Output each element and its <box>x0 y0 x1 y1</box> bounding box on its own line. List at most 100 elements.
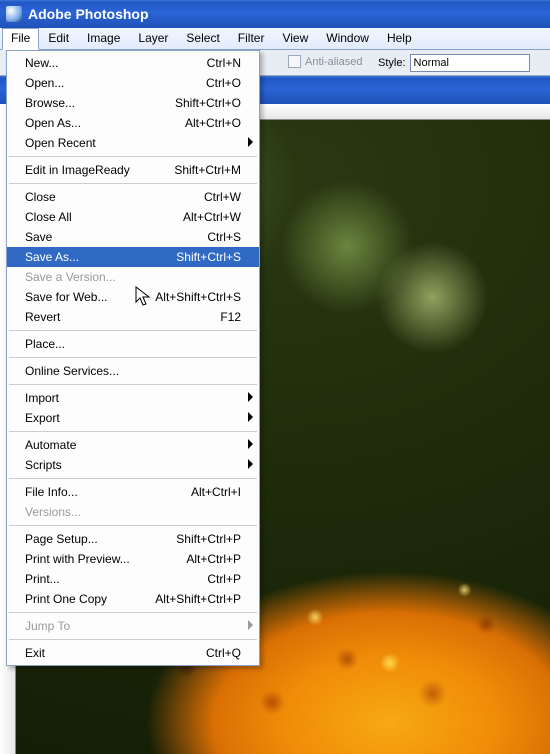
style-label: Style: <box>378 57 406 69</box>
menu-separator <box>9 183 257 184</box>
menu-item-label: Exit <box>25 646 206 660</box>
app-icon <box>6 6 22 22</box>
file-menu-dropdown: New...Ctrl+NOpen...Ctrl+OBrowse...Shift+… <box>6 50 260 666</box>
menu-item-label: Close All <box>25 210 183 224</box>
file-menu-close[interactable]: CloseCtrl+W <box>7 187 259 207</box>
menu-separator <box>9 330 257 331</box>
menu-separator <box>9 478 257 479</box>
file-menu-save-a-version: Save a Version... <box>7 267 259 287</box>
file-menu-save-for-web[interactable]: Save for Web...Alt+Shift+Ctrl+S <box>7 287 259 307</box>
menu-layer[interactable]: Layer <box>129 28 177 49</box>
menu-item-label: Print with Preview... <box>25 552 186 566</box>
menu-separator <box>9 357 257 358</box>
menu-item-label: File Info... <box>25 485 191 499</box>
app-title: Adobe Photoshop <box>28 6 149 22</box>
menu-item-label: Automate <box>25 438 241 452</box>
menu-view[interactable]: View <box>273 28 317 49</box>
menu-item-label: Open As... <box>25 116 185 130</box>
file-menu-browse[interactable]: Browse...Shift+Ctrl+O <box>7 93 259 113</box>
menu-item-shortcut: Ctrl+S <box>207 230 241 244</box>
anti-aliased-checkbox[interactable] <box>288 55 301 68</box>
submenu-arrow-icon <box>248 137 253 147</box>
submenu-arrow-icon <box>248 412 253 422</box>
file-menu-scripts[interactable]: Scripts <box>7 455 259 475</box>
menu-item-shortcut: Ctrl+N <box>207 56 241 70</box>
menu-image[interactable]: Image <box>78 28 129 49</box>
file-menu-save-as[interactable]: Save As...Shift+Ctrl+S <box>7 247 259 267</box>
menu-help[interactable]: Help <box>378 28 421 49</box>
menu-item-shortcut: Shift+Ctrl+S <box>176 250 241 264</box>
file-menu-export[interactable]: Export <box>7 408 259 428</box>
anti-aliased-label: Anti-aliased <box>305 56 362 68</box>
menu-select[interactable]: Select <box>177 28 228 49</box>
file-menu-open[interactable]: Open...Ctrl+O <box>7 73 259 93</box>
file-menu-revert[interactable]: RevertF12 <box>7 307 259 327</box>
menu-item-label: Export <box>25 411 241 425</box>
file-menu-open-recent[interactable]: Open Recent <box>7 133 259 153</box>
style-option: Style: Normal <box>378 54 530 72</box>
submenu-arrow-icon <box>248 439 253 449</box>
menu-edit[interactable]: Edit <box>39 28 78 49</box>
menu-item-shortcut: Alt+Shift+Ctrl+P <box>155 592 241 606</box>
menu-item-label: Import <box>25 391 241 405</box>
menu-item-shortcut: Alt+Ctrl+I <box>191 485 241 499</box>
file-menu-jump-to: Jump To <box>7 616 259 636</box>
menu-item-shortcut: Ctrl+W <box>204 190 241 204</box>
menu-item-label: Save for Web... <box>25 290 155 304</box>
menu-item-label: Page Setup... <box>25 532 176 546</box>
menu-item-shortcut: Ctrl+P <box>207 572 241 586</box>
menu-item-shortcut: Shift+Ctrl+O <box>175 96 241 110</box>
file-menu-place[interactable]: Place... <box>7 334 259 354</box>
file-menu-exit[interactable]: ExitCtrl+Q <box>7 643 259 663</box>
menu-item-label: Jump To <box>25 619 241 633</box>
menu-separator <box>9 525 257 526</box>
menu-separator <box>9 639 257 640</box>
file-menu-online-services[interactable]: Online Services... <box>7 361 259 381</box>
menu-item-label: Versions... <box>25 505 241 519</box>
file-menu-print-with-preview[interactable]: Print with Preview...Alt+Ctrl+P <box>7 549 259 569</box>
menu-item-label: Open Recent <box>25 136 241 150</box>
menu-item-shortcut: F12 <box>220 310 241 324</box>
submenu-arrow-icon <box>248 620 253 630</box>
anti-aliased-option: Anti-aliased <box>288 55 362 68</box>
file-menu-versions: Versions... <box>7 502 259 522</box>
menu-item-label: Save a Version... <box>25 270 241 284</box>
menu-item-label: Browse... <box>25 96 175 110</box>
file-menu-print[interactable]: Print...Ctrl+P <box>7 569 259 589</box>
file-menu-save[interactable]: SaveCtrl+S <box>7 227 259 247</box>
file-menu-import[interactable]: Import <box>7 388 259 408</box>
menu-item-label: Revert <box>25 310 220 324</box>
menu-item-shortcut: Shift+Ctrl+P <box>176 532 241 546</box>
file-menu-file-info[interactable]: File Info...Alt+Ctrl+I <box>7 482 259 502</box>
menu-item-shortcut: Alt+Shift+Ctrl+S <box>155 290 241 304</box>
menu-item-shortcut: Ctrl+O <box>206 76 241 90</box>
menu-item-label: Print One Copy <box>25 592 155 606</box>
menu-item-label: Scripts <box>25 458 241 472</box>
menu-item-label: Save <box>25 230 207 244</box>
menu-item-label: Close <box>25 190 204 204</box>
menu-item-shortcut: Alt+Ctrl+O <box>185 116 241 130</box>
menu-item-label: Place... <box>25 337 241 351</box>
menu-separator <box>9 612 257 613</box>
menu-item-shortcut: Ctrl+Q <box>206 646 241 660</box>
menu-item-label: Print... <box>25 572 207 586</box>
file-menu-new[interactable]: New...Ctrl+N <box>7 53 259 73</box>
menu-item-label: Open... <box>25 76 206 90</box>
menu-file[interactable]: File <box>2 28 39 50</box>
menu-item-label: Save As... <box>25 250 176 264</box>
file-menu-open-as[interactable]: Open As...Alt+Ctrl+O <box>7 113 259 133</box>
menu-item-label: Edit in ImageReady <box>25 163 174 177</box>
menu-window[interactable]: Window <box>317 28 378 49</box>
file-menu-print-one-copy[interactable]: Print One CopyAlt+Shift+Ctrl+P <box>7 589 259 609</box>
file-menu-edit-in-imageready[interactable]: Edit in ImageReadyShift+Ctrl+M <box>7 160 259 180</box>
style-select[interactable]: Normal <box>410 54 530 72</box>
file-menu-page-setup[interactable]: Page Setup...Shift+Ctrl+P <box>7 529 259 549</box>
menu-item-label: New... <box>25 56 207 70</box>
menu-item-shortcut: Alt+Ctrl+W <box>183 210 241 224</box>
file-menu-automate[interactable]: Automate <box>7 435 259 455</box>
menu-separator <box>9 156 257 157</box>
menu-separator <box>9 431 257 432</box>
menubar: FileEditImageLayerSelectFilterViewWindow… <box>0 28 550 50</box>
menu-filter[interactable]: Filter <box>229 28 274 49</box>
file-menu-close-all[interactable]: Close AllAlt+Ctrl+W <box>7 207 259 227</box>
